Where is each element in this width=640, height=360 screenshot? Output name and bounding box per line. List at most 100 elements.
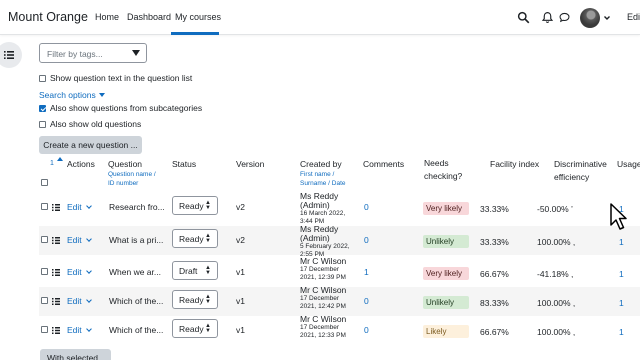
question-name-sort[interactable]: Question name / [108, 171, 156, 179]
question-name: When we ar... [109, 267, 161, 277]
row-checkbox[interactable] [41, 203, 48, 210]
needs-checking-header-2: checking? [424, 171, 463, 181]
course-index-toggle[interactable] [0, 42, 22, 68]
discriminative-header: Discriminative [554, 159, 607, 169]
status-value: Draft [179, 266, 198, 276]
comments-header[interactable]: Comments [363, 158, 404, 170]
user-avatar[interactable] [580, 8, 600, 28]
comments-link[interactable]: 0 [364, 325, 369, 335]
updown-icon: ▲ ▼ [205, 323, 211, 334]
row-checkbox[interactable] [41, 268, 48, 275]
created-date: 17 December [300, 324, 340, 331]
edit-menu-link[interactable]: Edit [67, 202, 92, 212]
first-name-sort[interactable]: First name / [300, 171, 334, 179]
old-questions-checkbox[interactable] [39, 120, 46, 128]
drag-handle-icon[interactable] [52, 237, 60, 244]
question-header[interactable]: Question [108, 158, 142, 170]
edit-label: Edit [67, 325, 82, 335]
comments-link[interactable]: 0 [364, 202, 369, 212]
question-name: Research fro... [109, 202, 165, 212]
show-text-checkbox[interactable] [39, 74, 46, 82]
old-questions-option[interactable]: Also show old questions [39, 119, 141, 129]
status-select[interactable]: Draft ▲ ▼ [172, 261, 218, 280]
comments-link[interactable]: 0 [364, 235, 369, 245]
create-question-button[interactable]: Create a new question ... [39, 136, 142, 154]
row-checkbox[interactable] [41, 326, 48, 333]
version-cell: v1 [236, 296, 245, 306]
edit-menu-link[interactable]: Edit [67, 267, 92, 277]
drag-handle-icon[interactable] [52, 327, 60, 334]
drag-handle-icon[interactable] [52, 269, 60, 276]
chat-icon[interactable] [558, 11, 571, 24]
status-select[interactable]: Ready ▲ ▼ [172, 229, 218, 248]
created-by-cell: Ms Reddy (Admin) 16 March 2022, 3:44 PM [300, 192, 345, 226]
version-cell: v1 [236, 325, 245, 335]
caret-down-icon [98, 93, 105, 97]
select-all-checkbox[interactable] [41, 179, 48, 186]
nav-dashboard-link[interactable]: Dashboard [127, 12, 171, 22]
tag-filter-placeholder: Filter by tags... [47, 49, 103, 59]
mouse-pointer-icon [610, 203, 627, 230]
usage-link[interactable]: 1 [619, 237, 624, 247]
usage-link[interactable]: 1 [619, 269, 624, 279]
status-select[interactable]: Ready ▲ ▼ [172, 290, 218, 309]
sort-ascending-icon[interactable] [57, 157, 63, 161]
needs-checking-header: Needs [424, 158, 449, 168]
chevron-down-icon[interactable] [603, 14, 611, 22]
facility-index-cell: 66.67% [480, 327, 509, 337]
subcategories-checkbox[interactable] [39, 104, 46, 112]
updown-icon: ▲ ▼ [205, 265, 211, 276]
sort-number-header[interactable]: 1 [50, 158, 54, 170]
top-navbar: Mount Orange Home Dashboard My courses E… [0, 0, 640, 35]
chevron-down-icon [85, 203, 92, 209]
created-date: 16 March 2022, [300, 210, 346, 217]
discriminative-cell: 100.00% , [537, 237, 576, 247]
drag-handle-icon[interactable] [52, 204, 60, 211]
created-time: 2021, 12:39 PM [300, 274, 346, 281]
comments-link[interactable]: 1 [364, 267, 369, 277]
usage-link[interactable]: 1 [619, 298, 624, 308]
creator-name-2: (Admin) [300, 233, 330, 243]
search-icon[interactable] [517, 11, 530, 24]
facility-index-cell: 33.33% [480, 237, 509, 247]
chevron-down-icon [85, 236, 92, 242]
usage-header: Usage [617, 159, 640, 169]
created-by-cell: Mr C Wilson 17 December 2021, 12:39 PM [300, 257, 346, 282]
drag-handle-icon[interactable] [52, 298, 60, 305]
row-checkbox[interactable] [41, 297, 48, 304]
status-value: Ready [179, 295, 204, 305]
status-value: Ready [179, 201, 204, 211]
edit-menu-link[interactable]: Edit [67, 325, 92, 335]
created-time: 2021, 12:33 PM [300, 332, 346, 339]
with-selected-button[interactable]: With selected [40, 349, 111, 360]
row-checkbox[interactable] [41, 236, 48, 243]
subcategories-option[interactable]: Also show questions from subcategories [39, 103, 202, 113]
status-select[interactable]: Ready ▲ ▼ [172, 196, 218, 215]
show-text-option[interactable]: Show question text in the question list [39, 73, 192, 83]
id-number-sort[interactable]: ID number [108, 180, 138, 188]
tag-filter-select[interactable]: Filter by tags... [39, 43, 147, 63]
needs-checking-badge: Likely [423, 325, 469, 338]
edit-label: Edit [67, 202, 82, 212]
facility-index-cell: 83.33% [480, 298, 509, 308]
edit-menu-link[interactable]: Edit [67, 296, 92, 306]
nav-home-link[interactable]: Home [95, 12, 119, 22]
version-cell: v1 [236, 267, 245, 277]
edit-mode-label[interactable]: Edi [627, 12, 640, 22]
surname-date-sort[interactable]: Surname / Date [300, 180, 346, 188]
status-select[interactable]: Ready ▲ ▼ [172, 319, 218, 338]
site-brand[interactable]: Mount Orange [8, 10, 88, 24]
comments-link[interactable]: 0 [364, 296, 369, 306]
search-options-toggle[interactable]: Search options [39, 90, 105, 100]
version-cell: v2 [236, 235, 245, 245]
nav-my-courses-link[interactable]: My courses [175, 12, 221, 22]
bell-icon[interactable] [541, 11, 554, 24]
edit-label: Edit [67, 296, 82, 306]
needs-checking-badge: Unlikely [423, 235, 469, 248]
search-options-label: Search options [39, 90, 96, 100]
discriminative-cell: 100.00% , [537, 327, 576, 337]
version-header: Version [236, 159, 265, 169]
edit-menu-link[interactable]: Edit [67, 235, 92, 245]
chevron-down-icon [85, 326, 92, 332]
usage-link[interactable]: 1 [619, 327, 624, 337]
